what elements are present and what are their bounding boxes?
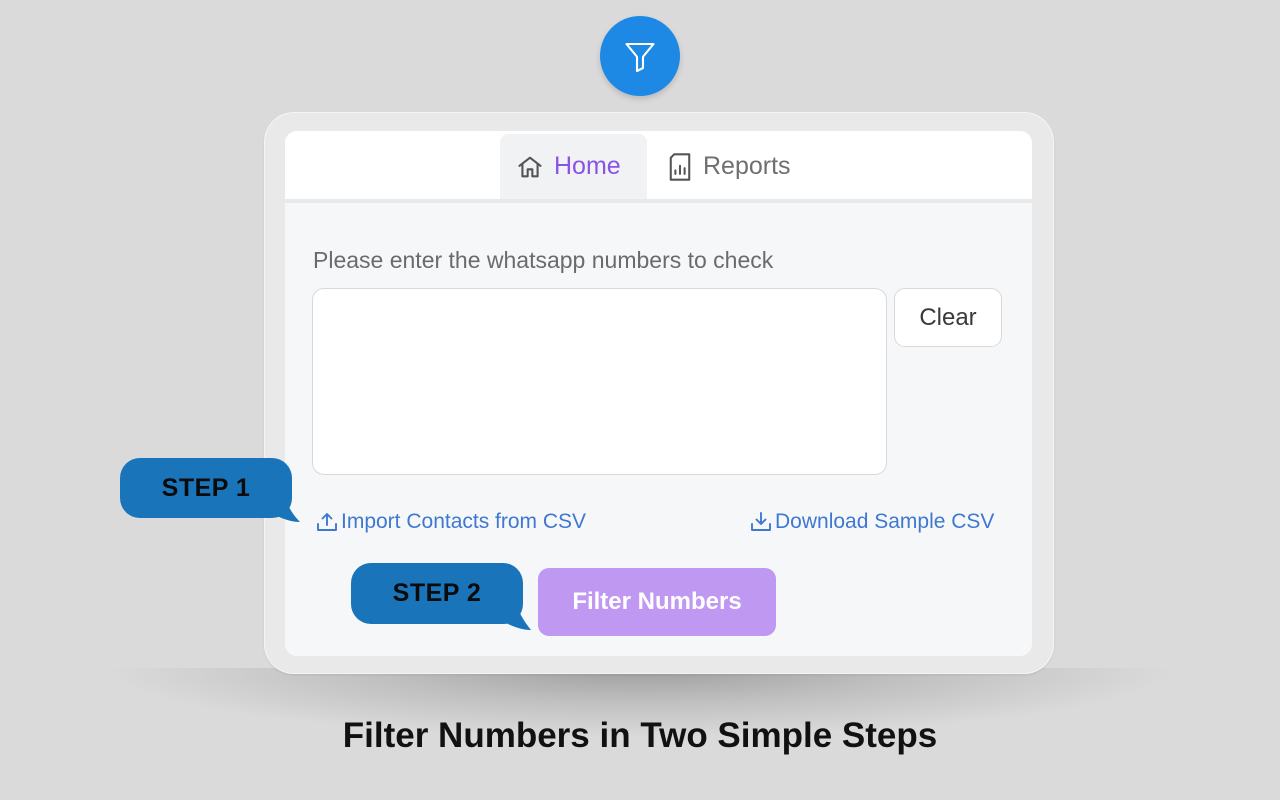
numbers-input[interactable] <box>312 288 887 475</box>
step-1-callout-tail <box>266 492 300 522</box>
numbers-prompt-label: Please enter the whatsapp numbers to che… <box>313 247 774 273</box>
clear-button[interactable]: Clear <box>894 288 1002 347</box>
import-csv-link[interactable]: Import Contacts from CSV <box>315 509 586 535</box>
step-2-label: STEP 2 <box>392 579 482 607</box>
filter-numbers-button[interactable]: Filter Numbers <box>538 568 776 636</box>
upload-icon <box>317 513 337 531</box>
funnel-icon <box>625 42 655 73</box>
home-icon <box>518 156 542 177</box>
step-2-callout-tail <box>497 598 531 630</box>
app-logo <box>600 16 680 96</box>
tab-bar: Home Reports <box>285 131 1032 203</box>
download-sample-link[interactable]: Download Sample CSV <box>749 509 994 535</box>
page-caption: Filter Numbers in Two Simple Steps <box>342 716 938 755</box>
download-sample-label: Download Sample CSV <box>775 510 995 533</box>
import-csv-label: Import Contacts from CSV <box>341 510 587 533</box>
tab-reports[interactable]: Reports <box>651 134 811 199</box>
tab-home[interactable]: Home <box>500 134 647 199</box>
step-1-label: STEP 1 <box>161 473 251 502</box>
download-icon <box>751 512 771 531</box>
tab-home-label: Home <box>554 152 621 180</box>
tab-reports-label: Reports <box>703 152 791 180</box>
report-icon <box>669 152 691 181</box>
